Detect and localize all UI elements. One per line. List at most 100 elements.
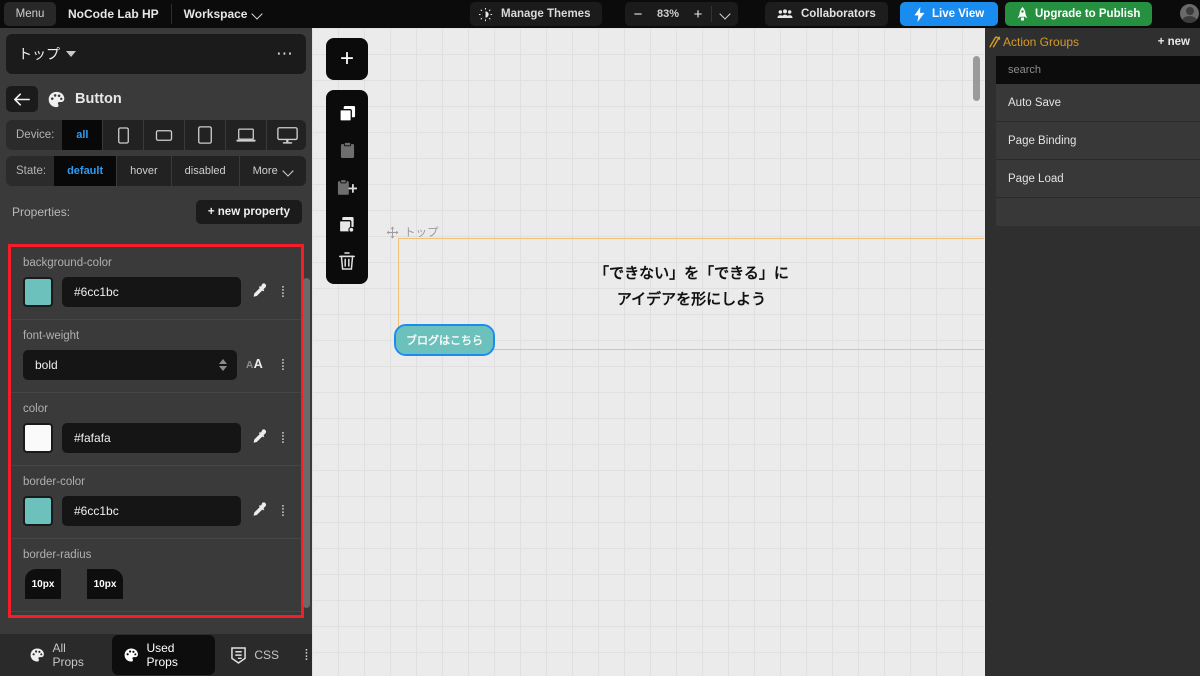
manage-themes-button[interactable]: Manage Themes <box>470 2 603 26</box>
eyedropper-icon[interactable] <box>250 501 268 521</box>
upgrade-label: Upgrade to Publish <box>1035 8 1141 20</box>
paste-add-icon[interactable] <box>326 170 368 204</box>
color-swatch[interactable] <box>23 423 53 453</box>
page-selector-label: トップ <box>18 46 60 62</box>
eyedropper-icon[interactable] <box>250 282 268 302</box>
action-group-item-page-binding[interactable]: Page Binding <box>996 122 1200 160</box>
action-group-item-page-load[interactable]: Page Load <box>996 160 1200 198</box>
property-key: font-weight <box>23 330 80 342</box>
collaborators-button[interactable]: Collaborators <box>765 2 888 26</box>
css-shield-icon <box>231 646 247 664</box>
duplicate-icon[interactable] <box>326 207 368 241</box>
svg-text:A: A <box>254 357 263 371</box>
color-value-input[interactable]: #6cc1bc <box>62 277 241 307</box>
action-group-item-auto-save[interactable]: Auto Save <box>996 84 1200 122</box>
eyedropper-icon[interactable] <box>250 428 268 448</box>
device-option-all[interactable]: all <box>62 120 104 150</box>
menu-button-label: Menu <box>15 8 45 20</box>
device-segmented-control: all <box>62 120 306 150</box>
property-row-color: color #fafafa ⁞ <box>11 393 301 466</box>
tab-used-props[interactable]: Used Props <box>111 635 216 675</box>
chevron-down-icon <box>721 10 730 19</box>
zoom-in-button[interactable]: + <box>685 2 711 26</box>
trash-icon[interactable] <box>326 244 368 278</box>
state-option-more[interactable]: More <box>239 156 306 186</box>
kebab-icon[interactable]: ⁞ <box>277 431 289 446</box>
device-option-laptop[interactable] <box>226 120 268 150</box>
bolt-icon <box>914 6 925 22</box>
color-value-input[interactable]: #6cc1bc <box>62 496 241 526</box>
property-row-font-weight: font-weight bold AA ⁞ <box>11 320 301 393</box>
state-more-label: More <box>252 165 278 177</box>
device-row-label: Device: <box>16 129 55 141</box>
kebab-icon[interactable]: ⁞ <box>277 285 289 300</box>
page-selector[interactable]: トップ ⋯ <box>6 34 306 74</box>
property-row-border-color: border-color #6cc1bc ⁞ <box>11 466 301 539</box>
back-button[interactable] <box>6 86 38 112</box>
collaborators-label: Collaborators <box>801 8 876 20</box>
device-option-desktop[interactable] <box>267 120 306 150</box>
state-row-label: State: <box>16 165 47 177</box>
selected-blog-button[interactable]: ブログはこちら <box>394 324 495 356</box>
breadcrumb: Button <box>0 80 312 120</box>
device-option-tablet[interactable] <box>185 120 227 150</box>
device-option-phone-landscape[interactable] <box>144 120 186 150</box>
project-name: NoCode Lab HP <box>68 7 159 21</box>
action-groups-search-input[interactable]: search <box>996 56 1200 84</box>
action-groups-title: Action Groups <box>1003 35 1080 49</box>
state-option-hover[interactable]: hover <box>117 156 172 186</box>
paste-icon[interactable] <box>326 133 368 167</box>
device-option-phone-portrait[interactable] <box>103 120 145 150</box>
avatar[interactable] <box>1180 4 1199 23</box>
color-swatch[interactable] <box>23 496 53 526</box>
hero-text[interactable]: 「できない」を「できる」に アイデアを形にしよう <box>399 261 984 313</box>
zoom-out-button[interactable]: − <box>625 2 651 26</box>
property-key: border-radius <box>23 549 92 561</box>
live-view-button[interactable]: Live View <box>900 2 999 26</box>
color-swatch[interactable] <box>23 277 53 307</box>
zoom-dropdown-button[interactable] <box>712 2 738 26</box>
font-weight-value: bold <box>35 358 58 372</box>
property-key: color <box>23 403 48 415</box>
left-panel-bottom-tabs: All Props Used Props CSS ⁞ <box>0 634 312 676</box>
tab-used-props-label: Used Props <box>146 641 178 669</box>
new-property-button[interactable]: + new property <box>195 200 302 224</box>
corner-top-left-input[interactable]: 10px <box>25 569 61 599</box>
page-selector-title-wrap: トップ <box>18 44 76 64</box>
canvas-area[interactable]: + トップ 「できない」を「できる」に アイデアを形にしよう ブログはこちら <box>312 28 985 676</box>
left-panel-scrollbar[interactable] <box>303 278 310 608</box>
canvas-tool-strip <box>326 90 368 284</box>
state-option-default[interactable]: default <box>54 156 118 186</box>
state-option-disabled[interactable]: disabled <box>171 156 240 186</box>
hero-line-2: アイデアを形にしよう <box>616 291 767 308</box>
kebab-icon[interactable]: ⁞ <box>277 504 289 519</box>
property-value-row: #6cc1bc ⁞ <box>23 496 289 526</box>
copy-icon[interactable] <box>326 96 368 130</box>
workspace-selector[interactable]: Workspace <box>184 7 263 21</box>
move-icon[interactable] <box>386 226 399 239</box>
canvas-scrollbar[interactable] <box>973 56 980 101</box>
kebab-icon[interactable]: ⁞ <box>277 358 289 373</box>
chevron-down-icon <box>253 10 262 19</box>
font-weight-select[interactable]: bold <box>23 350 237 380</box>
corner-top-right-input[interactable]: 10px <box>87 569 123 599</box>
zoom-level-value: 83% <box>656 8 680 20</box>
action-groups-header: Action Groups + new <box>985 28 1200 56</box>
tab-css[interactable]: CSS <box>219 641 291 670</box>
tab-all-props[interactable]: All Props <box>18 635 108 675</box>
color-value-input[interactable]: #fafafa <box>62 423 241 453</box>
properties-label: Properties: <box>12 205 71 219</box>
kebab-icon[interactable]: ⁞ <box>301 648 312 663</box>
action-groups-new-button[interactable]: + new <box>1158 36 1190 48</box>
properties-header: Properties: + new property <box>0 192 312 232</box>
upgrade-to-publish-button[interactable]: Upgrade to Publish <box>1005 2 1153 26</box>
add-element-button[interactable]: + <box>326 38 368 80</box>
property-row-background-color: background-color #6cc1bc ⁞ <box>11 247 301 320</box>
rocket-icon <box>1017 6 1028 20</box>
property-list: background-color #6cc1bc ⁞ font-weight b… <box>8 244 304 618</box>
manage-themes-label: Manage Themes <box>501 8 591 20</box>
ellipsis-icon[interactable]: ⋯ <box>276 45 294 62</box>
font-size-icon[interactable]: AA <box>246 357 268 374</box>
people-icon <box>777 9 793 18</box>
menu-button[interactable]: Menu <box>4 2 56 26</box>
